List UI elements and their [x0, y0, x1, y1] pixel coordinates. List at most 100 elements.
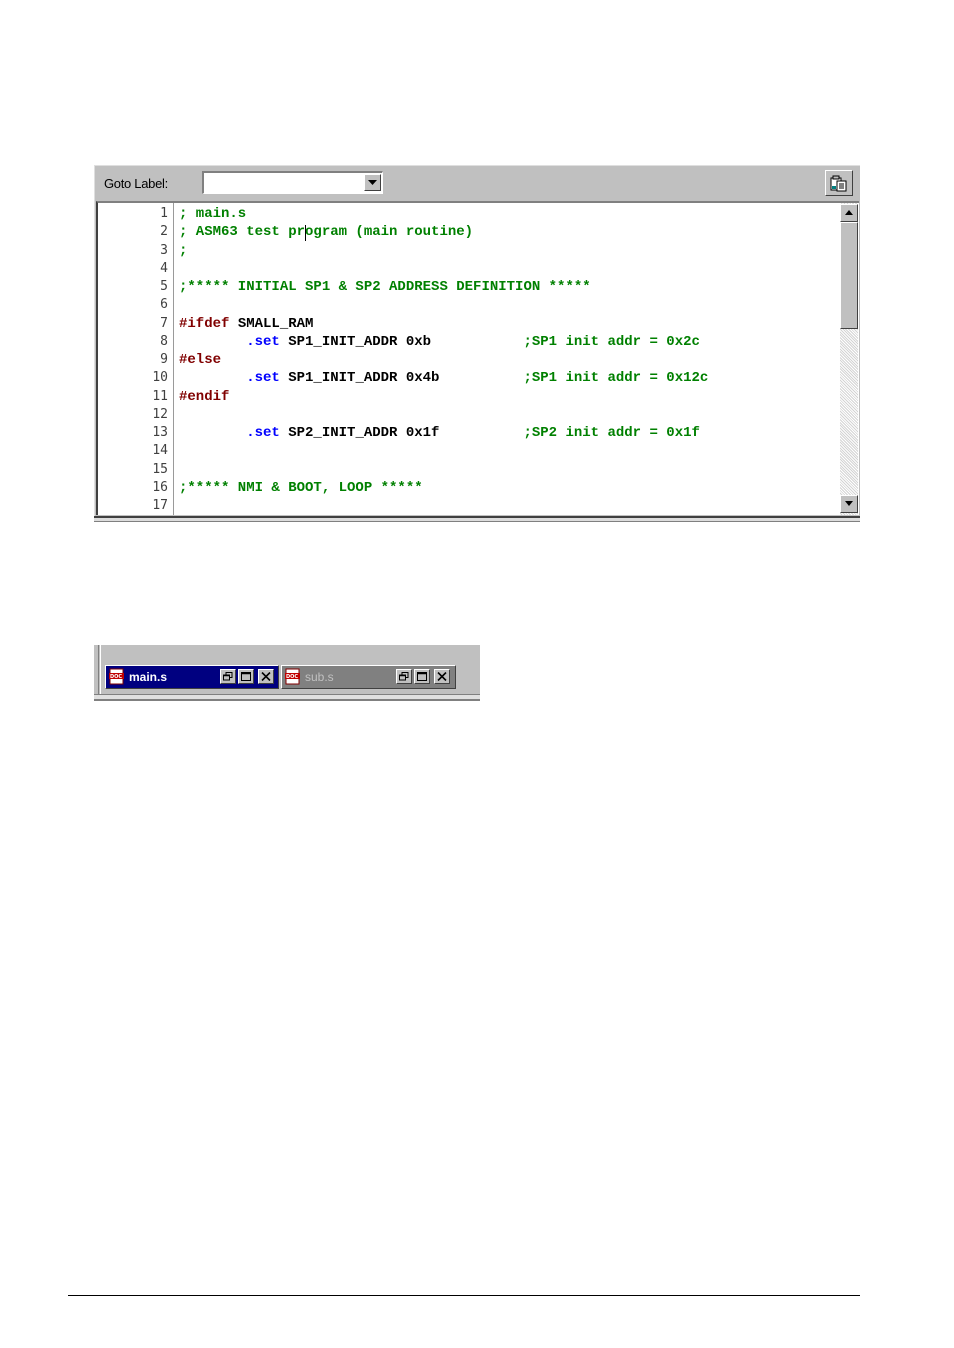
code-token-keyword: .set: [246, 370, 280, 387]
code-token-plain: SMALL_RAM: [229, 315, 314, 332]
svg-text:DOC: DOC: [110, 674, 122, 680]
code-line: 5 ;***** INITIAL SP1 & SP2 ADDRESS DEFINI…: [98, 278, 838, 296]
line-number: 5: [160, 279, 168, 294]
maximize-button[interactable]: [414, 669, 430, 684]
code-editor[interactable]: 1 ; main.s 2 ; ASM63 test program (main rou…: [96, 201, 859, 515]
code-line: 3;: [98, 242, 838, 260]
paste-document-icon: [830, 175, 847, 192]
line-number: 10: [152, 370, 168, 386]
code-token-directive: #ifdef: [179, 315, 230, 332]
restore-button[interactable]: [220, 669, 236, 684]
text-caret: [305, 225, 306, 241]
goto-label-combobox[interactable]: [202, 171, 383, 194]
close-button[interactable]: [258, 669, 274, 684]
code-token-plain: SP1_INIT_ADDR 0x4b: [279, 370, 524, 387]
line-number: 16: [152, 479, 168, 495]
code-line: 16 ;***** NMI & BOOT, LOOP *****: [98, 479, 838, 497]
code-text: ;***** INITIAL SP1 & SP2 ADDRESS DEFINIT…: [179, 278, 591, 296]
code-token-directive: #else: [179, 352, 222, 368]
code-token-directive: #endif: [179, 388, 230, 405]
code-token-comment: ;***** INITIAL SP1 & SP2 ADDRESS DEFINIT…: [179, 279, 591, 295]
maximize-icon: [417, 672, 427, 681]
code-token-comment: ;SP2 init addr = 0x1f: [523, 425, 700, 441]
doc-tab-main[interactable]: DOC main.s: [105, 665, 279, 689]
code-token-comment: ;SP1 init addr = 0x12c: [523, 370, 709, 387]
code-line: 7 #ifdef SMALL_RAM: [98, 315, 838, 333]
code-token-keyword: .set: [246, 425, 280, 441]
mdi-strip-edge: [98, 645, 101, 694]
code-token-comment: ;: [179, 242, 188, 259]
maximize-button[interactable]: [238, 669, 254, 684]
close-icon: [437, 672, 447, 681]
code-text: ;***** NMI & BOOT, LOOP *****: [179, 479, 423, 497]
line-number: 14: [152, 443, 168, 459]
restore-icon: [223, 672, 233, 681]
page-footer-rule: [68, 1295, 860, 1296]
arrow-up-icon: [845, 210, 853, 215]
code-text: #endif: [179, 388, 229, 406]
line-number: 12: [152, 406, 168, 422]
line-number: 11: [152, 388, 168, 404]
arrow-down-icon: [845, 501, 853, 506]
editor-window: Goto Label: 1 ; main.s 2 ; ASM63 test progr…: [94, 165, 860, 522]
code-token-plain: SP1_INIT_ADDR 0xb: [279, 333, 524, 350]
line-number: 4: [160, 260, 168, 276]
code-line: 4: [98, 260, 838, 278]
code-line: 1 ; main.s: [98, 205, 838, 223]
line-number: 17: [152, 498, 168, 513]
code-text: .set SP1_INIT_ADDR 0x4b ;SP1 init addr =…: [179, 369, 708, 387]
line-number: 2: [160, 224, 168, 240]
scroll-down-button[interactable]: [840, 495, 858, 513]
code-line: 10 .set SP1_INIT_ADDR 0x4b ;SP1 init add…: [98, 369, 838, 387]
line-number: 6: [160, 297, 168, 313]
close-icon: [261, 672, 271, 681]
scroll-thumb[interactable]: [840, 222, 858, 329]
doc-tab-title: main.s: [129, 670, 168, 684]
code-line: 8 .set SP1_INIT_ADDR 0xb ;SP1 init addr …: [98, 333, 838, 351]
code-line: 11 #endif: [98, 388, 838, 406]
doc-tab-sub[interactable]: DOC sub.s: [281, 665, 456, 689]
code-text: ; main.s: [179, 205, 246, 223]
line-number: 9: [160, 352, 168, 367]
goto-label-dropdown-button[interactable]: [364, 174, 381, 191]
code-text: ; ASM63 test program (main routine): [179, 223, 473, 241]
doc-file-icon: DOC: [285, 668, 300, 685]
goto-label-bar: Goto Label:: [95, 166, 859, 200]
code-line: 6: [98, 296, 838, 314]
restore-button[interactable]: [396, 669, 412, 684]
doc-file-icon: DOC: [109, 668, 124, 685]
editor-bottom-border: [94, 516, 860, 522]
code-text: .set SP2_INIT_ADDR 0x1f ;SP2 init addr =…: [179, 424, 700, 442]
line-number: 3: [160, 242, 168, 258]
code-text: #else: [179, 351, 221, 369]
mdi-strip-bottom-border: [94, 694, 480, 701]
line-number: 7: [160, 315, 168, 331]
chevron-down-icon: [368, 180, 377, 185]
line-number: 15: [152, 461, 168, 477]
code-token-comment: ; ASM63 test program (main routine): [179, 224, 474, 241]
vertical-scrollbar[interactable]: [840, 203, 858, 515]
code-text: ;: [179, 242, 187, 260]
mdi-document-strip: DOC main.s DOC sub.s: [94, 645, 480, 701]
code-token-comment: ;SP1 init addr = 0x2c: [523, 333, 700, 350]
scroll-up-button[interactable]: [840, 204, 858, 222]
line-number: 8: [160, 333, 168, 349]
code-text: #ifdef SMALL_RAM: [179, 315, 313, 333]
code-token-plain: SP2_INIT_ADDR 0x1f: [279, 425, 524, 441]
goto-label-text: Goto Label:: [104, 176, 168, 191]
maximize-icon: [241, 672, 251, 681]
code-text: .set SP1_INIT_ADDR 0xb ;SP1 init addr = …: [179, 333, 700, 351]
code-line: 2 ; ASM63 test program (main routine): [98, 223, 838, 241]
code-line: 9 #else: [98, 351, 838, 369]
svg-text:DOC: DOC: [286, 674, 298, 680]
code-line: 14: [98, 442, 838, 460]
code-token-keyword: .set: [246, 333, 280, 350]
code-line: 15: [98, 461, 838, 479]
paste-document-button[interactable]: [825, 170, 853, 196]
code-line: 12: [98, 406, 838, 424]
code-token-comment: ; main.s: [179, 206, 247, 222]
close-button[interactable]: [434, 669, 450, 684]
